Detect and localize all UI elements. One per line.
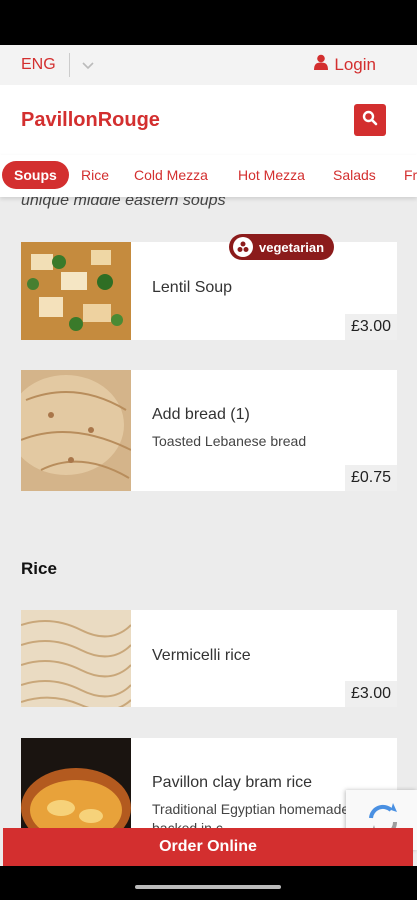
tab-more[interactable]: Fr bbox=[404, 161, 417, 189]
vegetarian-badge: vegetarian bbox=[229, 234, 335, 260]
category-tabs: Soups Rice Cold Mezza Hot Mezza Salads F… bbox=[0, 155, 417, 197]
order-online-button[interactable]: Order Online bbox=[3, 828, 413, 866]
system-nav-bar bbox=[0, 866, 417, 900]
user-icon bbox=[314, 54, 329, 75]
search-icon bbox=[362, 110, 378, 131]
item-title: Vermicelli rice bbox=[152, 647, 251, 664]
order-online-label: Order Online bbox=[159, 838, 257, 855]
section-title: Rice bbox=[21, 559, 57, 578]
chevron-down-icon[interactable] bbox=[80, 57, 96, 78]
tab-salads[interactable]: Salads bbox=[333, 161, 376, 189]
bread-image bbox=[8, 370, 132, 491]
tab-soups[interactable]: Soups bbox=[2, 161, 69, 189]
menu-item-card[interactable]: vegetarian Lentil Soup £3.00 bbox=[21, 234, 397, 340]
status-bar bbox=[0, 0, 417, 45]
language-selector[interactable]: ENG bbox=[21, 56, 56, 74]
tab-rice[interactable]: Rice bbox=[81, 161, 109, 189]
login-button[interactable]: Login bbox=[314, 54, 376, 75]
item-price: £3.00 bbox=[344, 681, 397, 707]
home-indicator[interactable] bbox=[135, 885, 281, 889]
brand-logo[interactable]: PavillonRouge bbox=[21, 109, 160, 132]
menu-item-card[interactable]: Vermicelli rice £3.00 bbox=[20, 610, 397, 712]
language-bar: ENG Login bbox=[0, 45, 417, 85]
tab-cold-mezza[interactable]: Cold Mezza bbox=[134, 161, 208, 189]
item-price: £0.75 bbox=[344, 465, 397, 491]
lentil-soup-image bbox=[21, 242, 131, 340]
menu-item-card[interactable]: Add bread (1) Toasted Lebanese bread £0.… bbox=[8, 370, 397, 491]
login-label: Login bbox=[334, 54, 376, 74]
item-title: Pavillon clay bram rice bbox=[152, 774, 313, 791]
menu-item-card[interactable]: Pavillon clay bram rice Traditional Egyp… bbox=[21, 738, 397, 838]
search-button[interactable] bbox=[354, 104, 386, 136]
item-title: Add bread (1) bbox=[152, 406, 250, 423]
item-price: £3.00 bbox=[344, 314, 397, 340]
clay-rice-image bbox=[21, 738, 131, 838]
vermicelli-rice-image bbox=[20, 610, 132, 712]
badge-label: vegetarian bbox=[259, 239, 325, 255]
language-divider bbox=[69, 53, 70, 77]
item-description: Toasted Lebanese bread bbox=[152, 433, 307, 449]
app-header: PavillonRouge bbox=[0, 85, 417, 155]
app-screen: ENG Login PavillonRouge Soups Rice Cold … bbox=[0, 0, 417, 900]
vegetarian-icon bbox=[233, 237, 253, 257]
item-title: Lentil Soup bbox=[152, 279, 233, 296]
tab-hot-mezza[interactable]: Hot Mezza bbox=[238, 161, 305, 189]
